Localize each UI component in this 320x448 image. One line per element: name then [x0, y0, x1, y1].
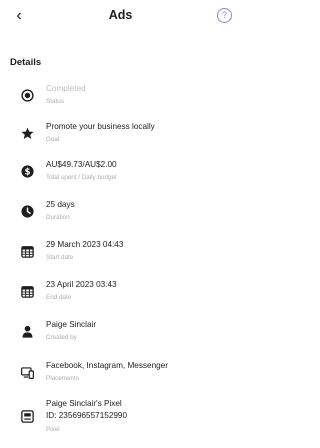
detail-value: 23 April 2023 03:43 [46, 280, 117, 289]
detail-label: Duration [46, 214, 70, 221]
top-bar: ‹ Ads ? [0, 0, 241, 34]
detail-label: End date [46, 294, 72, 301]
pixel-icon [21, 410, 34, 423]
detail-value-id: ID: 235696557152990 [46, 411, 128, 420]
detail-value: Completed [46, 84, 86, 93]
detail-label: Status [46, 98, 64, 105]
detail-label: Created by [46, 334, 77, 341]
detail-value: Paige Sinclair [46, 320, 97, 329]
detail-value: Paige Sinclair's Pixel [46, 399, 122, 408]
detail-label: Pixel [46, 426, 60, 433]
page-title: Ads [108, 8, 133, 22]
detail-value: 25 days [46, 200, 75, 209]
detail-label: Goal [46, 136, 60, 143]
calendar-icon [21, 285, 34, 298]
detail-value: AU$49.73/AU$2.00 [46, 160, 117, 169]
detail-value: Facebook, Instagram, Messenger [46, 361, 168, 370]
status-radio-icon [21, 89, 34, 102]
devices-icon [21, 366, 34, 379]
section-title-details: Details [10, 57, 42, 68]
detail-value: Promote your business locally [46, 122, 155, 131]
calendar-icon [21, 245, 34, 258]
detail-value: 29 March 2023 04:43 [46, 240, 124, 249]
person-icon [21, 325, 34, 338]
clock-icon [21, 205, 34, 218]
detail-label: Total spent / Daily budget [46, 174, 117, 181]
svg-text:$: $ [24, 168, 30, 178]
detail-label: Start date [46, 254, 74, 261]
dollar-icon: $ [21, 165, 34, 178]
detail-label: Placements [46, 375, 79, 382]
question-icon[interactable]: ? [217, 8, 232, 23]
star-icon [21, 127, 34, 140]
